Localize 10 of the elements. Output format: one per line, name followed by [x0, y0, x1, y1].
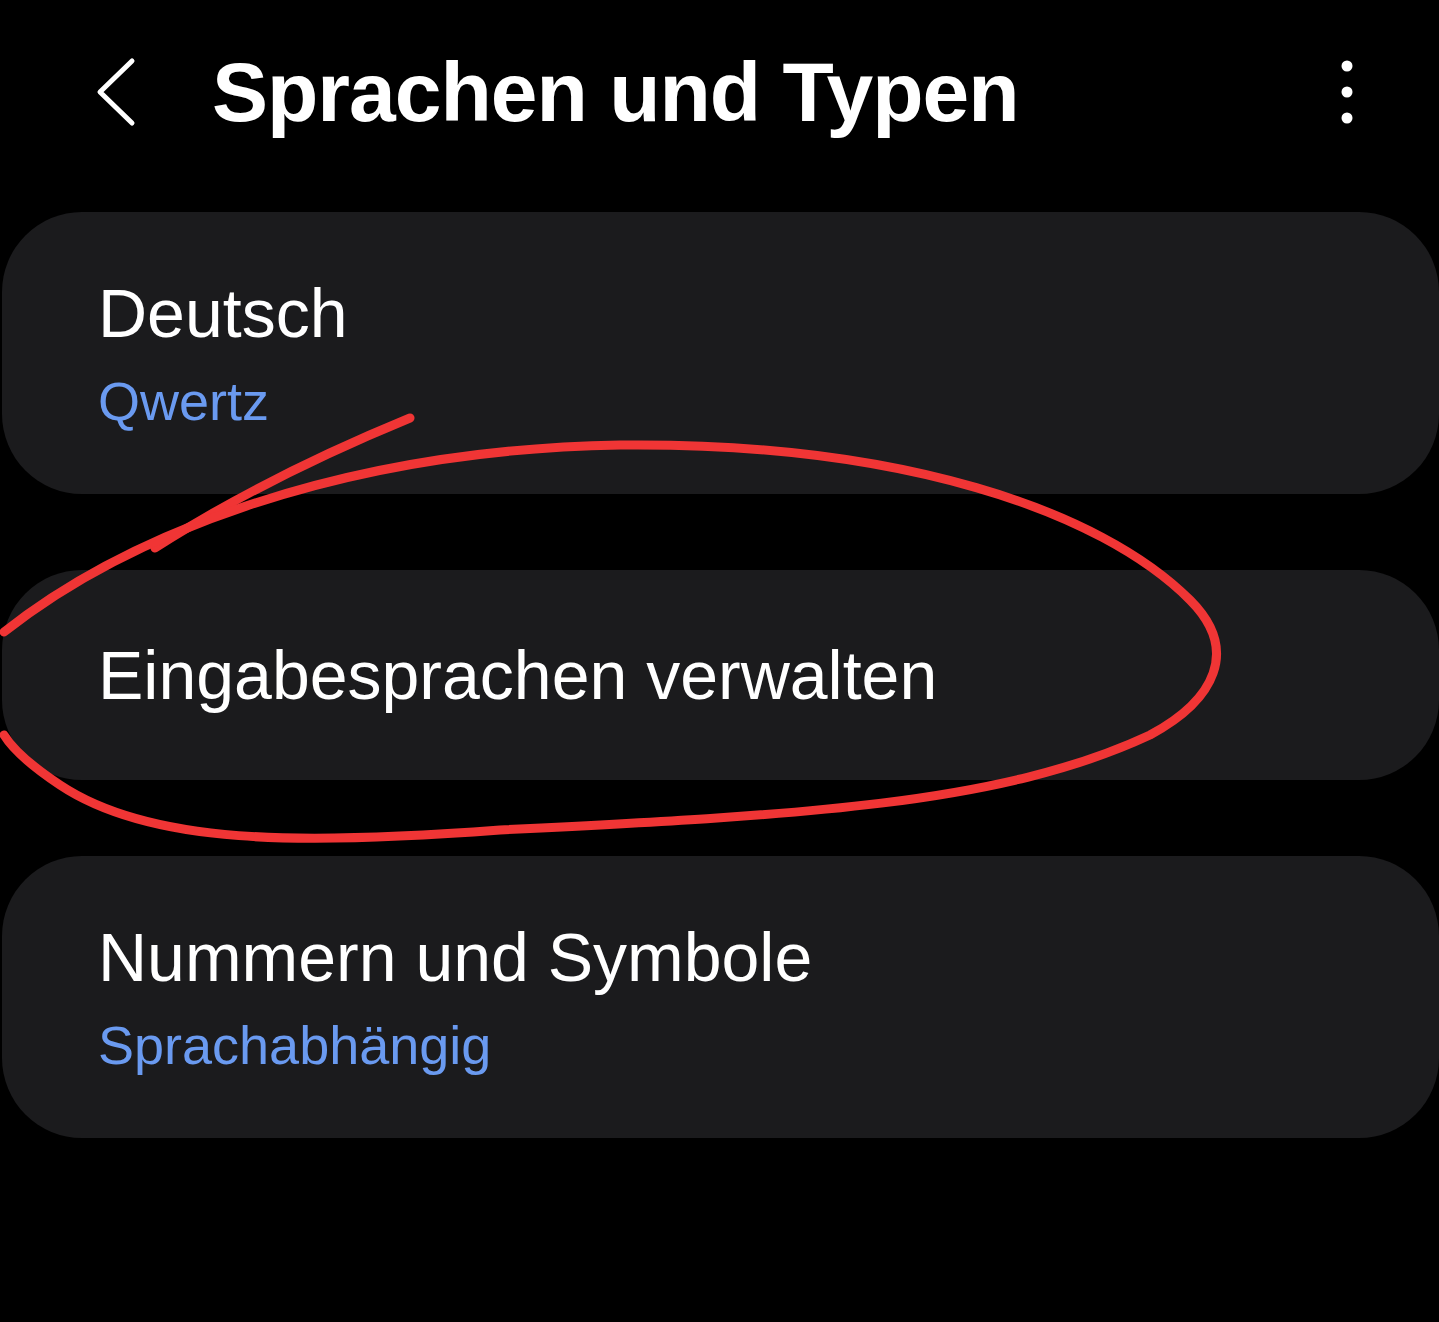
item-subtitle: Sprachabhängig: [98, 1014, 493, 1076]
settings-item[interactable]: Deutsch Qwertz: [2, 212, 1439, 494]
settings-item[interactable]: Eingabesprachen verwalten: [2, 570, 1439, 780]
back-button[interactable]: [96, 57, 136, 127]
item-subtitle: Qwertz: [98, 370, 271, 432]
settings-item[interactable]: Nummern und Symbole Sprachabhängig: [2, 856, 1439, 1138]
item-title: Nummern und Symbole: [98, 918, 814, 996]
item-title: Eingabesprachen verwalten: [98, 636, 939, 714]
page-title: Sprachen und Typen: [212, 43, 1020, 141]
item-title: Deutsch: [98, 274, 349, 352]
